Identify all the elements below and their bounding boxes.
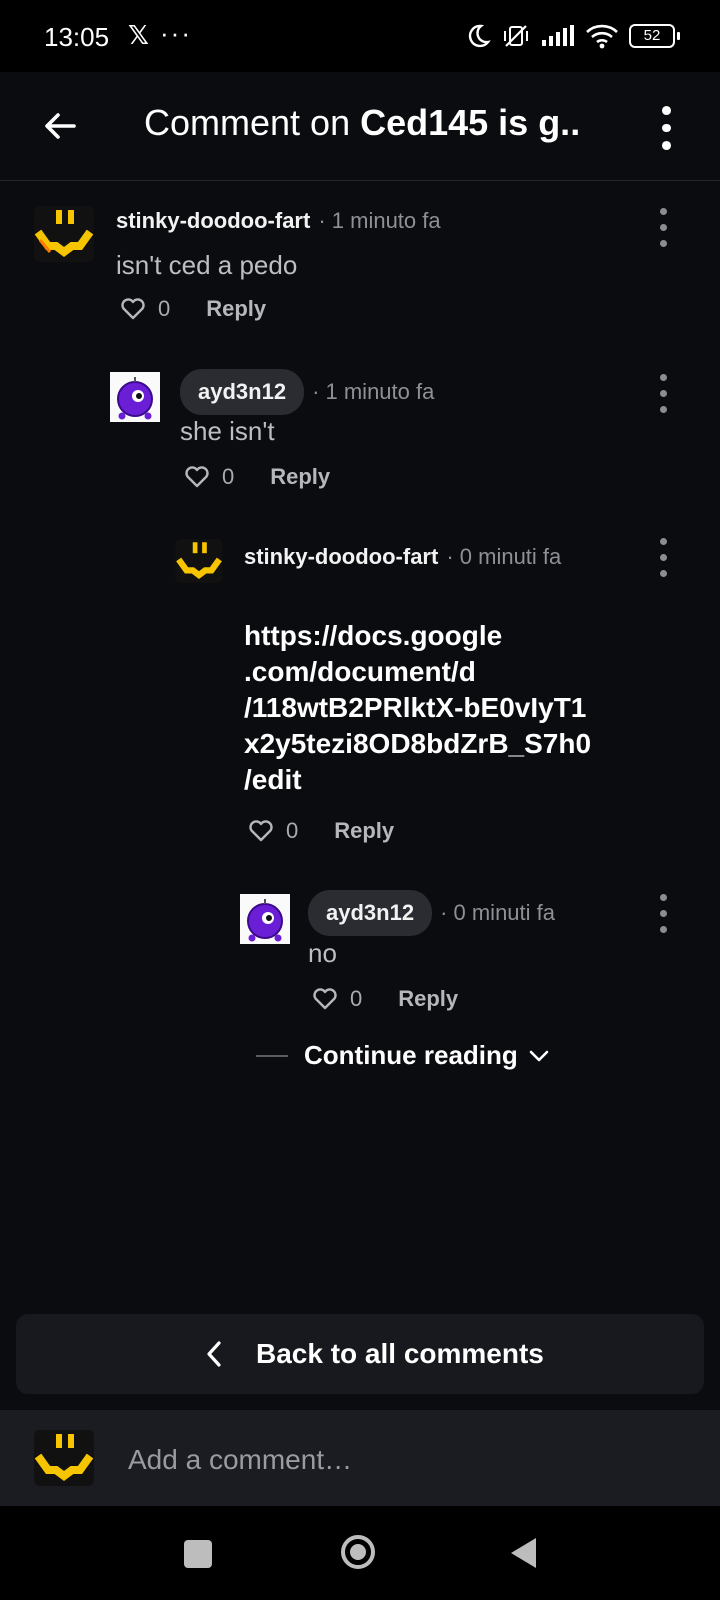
status-icons: 52 <box>465 20 680 52</box>
comment-more-icon[interactable] <box>660 374 667 413</box>
reply-button[interactable]: Reply <box>398 986 458 1012</box>
like-count: 0 <box>222 464 235 489</box>
comment-time: · 0 minuti fa <box>440 900 555 925</box>
post-title: Ced145 is g.. <box>360 102 581 143</box>
like-count: 0 <box>286 818 299 843</box>
purple-bomb-avatar[interactable] <box>240 894 290 944</box>
comment-username[interactable]: stinky-doodoo-fart <box>244 544 438 570</box>
comment-username[interactable]: stinky-doodoo-fart <box>116 208 310 234</box>
heart-icon[interactable] <box>120 297 146 321</box>
arrow-left-icon[interactable] <box>40 106 80 146</box>
app-header: Comment on Ced145 is g.. <box>0 72 720 181</box>
wifi-icon <box>586 24 618 49</box>
system-nav-bar <box>0 1506 720 1600</box>
reply-button[interactable]: Reply <box>270 464 330 490</box>
signal-icon <box>542 25 574 46</box>
more-notifications-icon: ··· <box>160 18 192 48</box>
chevron-left-icon <box>207 1341 221 1367</box>
heart-icon[interactable] <box>248 819 274 843</box>
reply-button[interactable]: Reply <box>334 818 394 844</box>
continue-reading-button[interactable]: Continue reading <box>256 1040 550 1071</box>
comment-username[interactable]: ayd3n12 <box>180 369 305 415</box>
link-line: /118wtB2PRlktX-bE0vIyT1 <box>244 692 587 723</box>
reply-button[interactable]: Reply <box>206 296 266 322</box>
link-line: /edit <box>244 764 302 795</box>
chevron-down-icon <box>529 1050 549 1061</box>
vibrate-off-icon <box>504 25 528 47</box>
link-line: https://docs.google <box>244 620 503 651</box>
comment-time: · 1 minuto fa <box>318 208 441 233</box>
smiley-avatar[interactable] <box>174 536 224 586</box>
back-triangle-icon[interactable] <box>508 1536 538 1570</box>
comment-more-icon[interactable] <box>660 894 667 933</box>
comment-text: isn't ced a pedo <box>116 250 298 280</box>
comment-link[interactable]: https://docs.google .com/document/d /118… <box>244 618 591 798</box>
page-title: Comment on Ced145 is g.. <box>144 102 644 144</box>
like-count: 0 <box>158 296 171 321</box>
more-vertical-icon[interactable] <box>656 106 676 151</box>
heart-icon[interactable] <box>184 465 210 489</box>
x-logo-icon: 𝕏 <box>128 20 149 50</box>
heart-icon[interactable] <box>312 987 338 1011</box>
comment-time: · 1 minuto fa <box>312 379 435 404</box>
comment-more-icon[interactable] <box>660 208 667 247</box>
title-prefix: Comment on <box>144 102 361 143</box>
moon-icon <box>468 24 491 48</box>
back-to-all-label: Back to all comments <box>256 1338 544 1369</box>
like-count: 0 <box>350 986 363 1011</box>
home-icon[interactable] <box>340 1534 376 1570</box>
comment-more-icon[interactable] <box>660 538 667 577</box>
recents-icon[interactable] <box>184 1540 212 1568</box>
add-comment-bar[interactable]: Add a comment… <box>0 1410 720 1506</box>
back-to-all-comments-button[interactable]: Back to all comments <box>16 1314 704 1394</box>
comment-text: no <box>308 938 337 968</box>
link-line: .com/document/d <box>244 656 476 687</box>
thread-line <box>256 1054 288 1057</box>
add-comment-input[interactable]: Add a comment… <box>128 1444 352 1476</box>
purple-bomb-avatar[interactable] <box>110 372 160 422</box>
status-bar: 13:05 𝕏 ··· 52 <box>0 0 720 72</box>
link-line: x2y5tezi8OD8bdZrB_S7h0 <box>244 728 592 759</box>
status-time: 13:05 <box>44 22 110 52</box>
comment-username[interactable]: ayd3n12 <box>308 890 433 936</box>
comment-time: · 0 minuti fa <box>446 544 562 569</box>
battery-icon: 52 <box>629 24 680 48</box>
smiley-avatar <box>34 1430 94 1486</box>
smiley-avatar[interactable] <box>32 202 96 266</box>
comment-text: she isn't <box>180 416 275 446</box>
continue-reading-label: Continue reading <box>304 1040 518 1070</box>
battery-level: 52 <box>629 24 675 48</box>
